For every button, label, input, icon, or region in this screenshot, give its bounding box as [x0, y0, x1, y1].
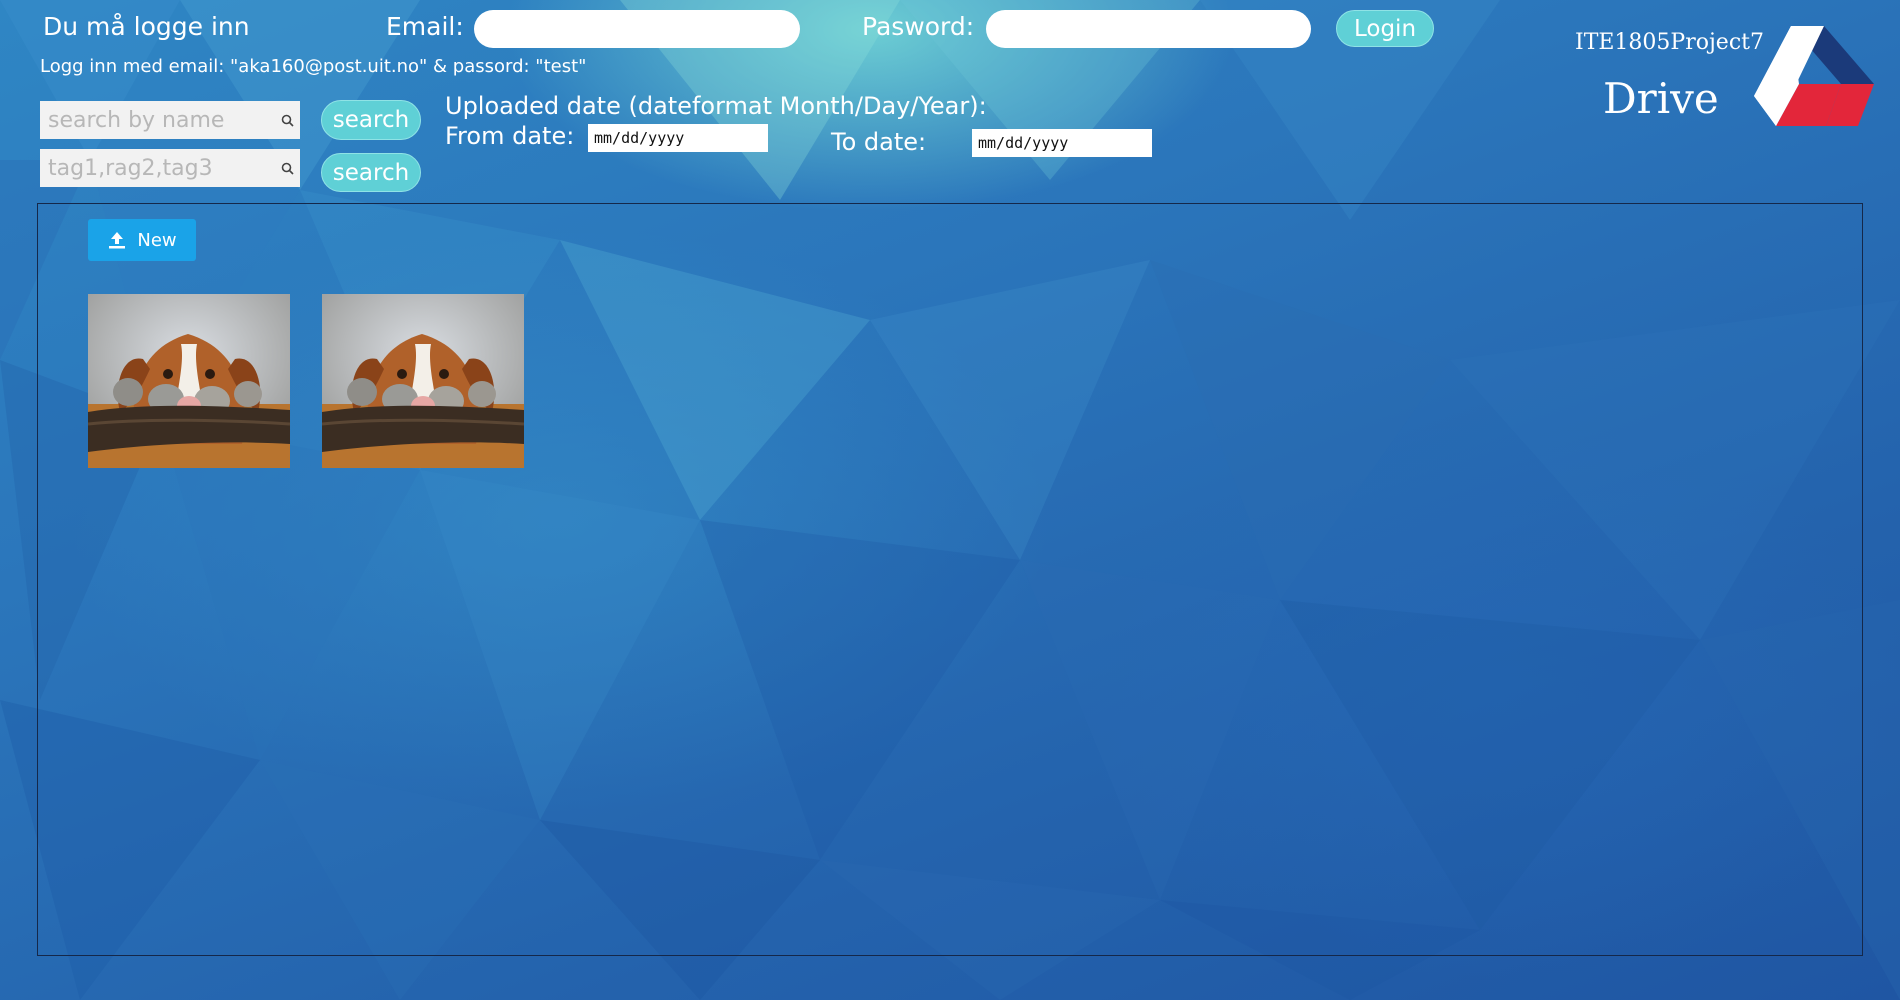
drive-logo-icon	[1754, 26, 1874, 126]
from-date-label: From date:	[445, 122, 575, 150]
name-search-box	[40, 101, 300, 139]
from-date-input[interactable]: mm/dd/yyyy	[588, 124, 768, 152]
tag-search-input[interactable]	[40, 154, 274, 182]
new-button-label: New	[137, 229, 177, 251]
password-label: Pasword:	[862, 12, 975, 41]
name-search-input[interactable]	[40, 106, 274, 134]
login-button[interactable]: Login	[1336, 10, 1434, 47]
email-field[interactable]	[474, 10, 800, 48]
to-date-label: To date:	[831, 128, 927, 156]
search-icon[interactable]	[274, 162, 300, 175]
date-filter-heading: Uploaded date (dateformat Month/Day/Year…	[445, 92, 987, 120]
dog-photo-thumbnail	[88, 294, 290, 468]
files-panel	[37, 203, 1863, 956]
login-prompt: Du må logge inn	[43, 12, 250, 41]
name-search-button[interactable]: search	[321, 100, 421, 140]
to-date-input[interactable]: mm/dd/yyyy	[972, 129, 1152, 157]
project-name: ITE1805Project7	[1575, 30, 1764, 55]
credentials-hint: Logg inn med email: "aka160@post.uit.no"…	[40, 56, 587, 77]
tag-search-box	[40, 149, 300, 187]
new-upload-button[interactable]: New	[88, 219, 196, 261]
search-icon[interactable]	[274, 114, 300, 127]
file-thumbnail[interactable]	[88, 294, 290, 468]
dog-photo-thumbnail	[322, 294, 524, 468]
email-label: Email:	[386, 12, 464, 41]
tag-search-button[interactable]: search	[321, 153, 421, 192]
password-field[interactable]	[986, 10, 1311, 48]
product-name: Drive	[1603, 74, 1719, 123]
upload-icon	[109, 232, 126, 249]
file-thumbnail[interactable]	[322, 294, 524, 468]
